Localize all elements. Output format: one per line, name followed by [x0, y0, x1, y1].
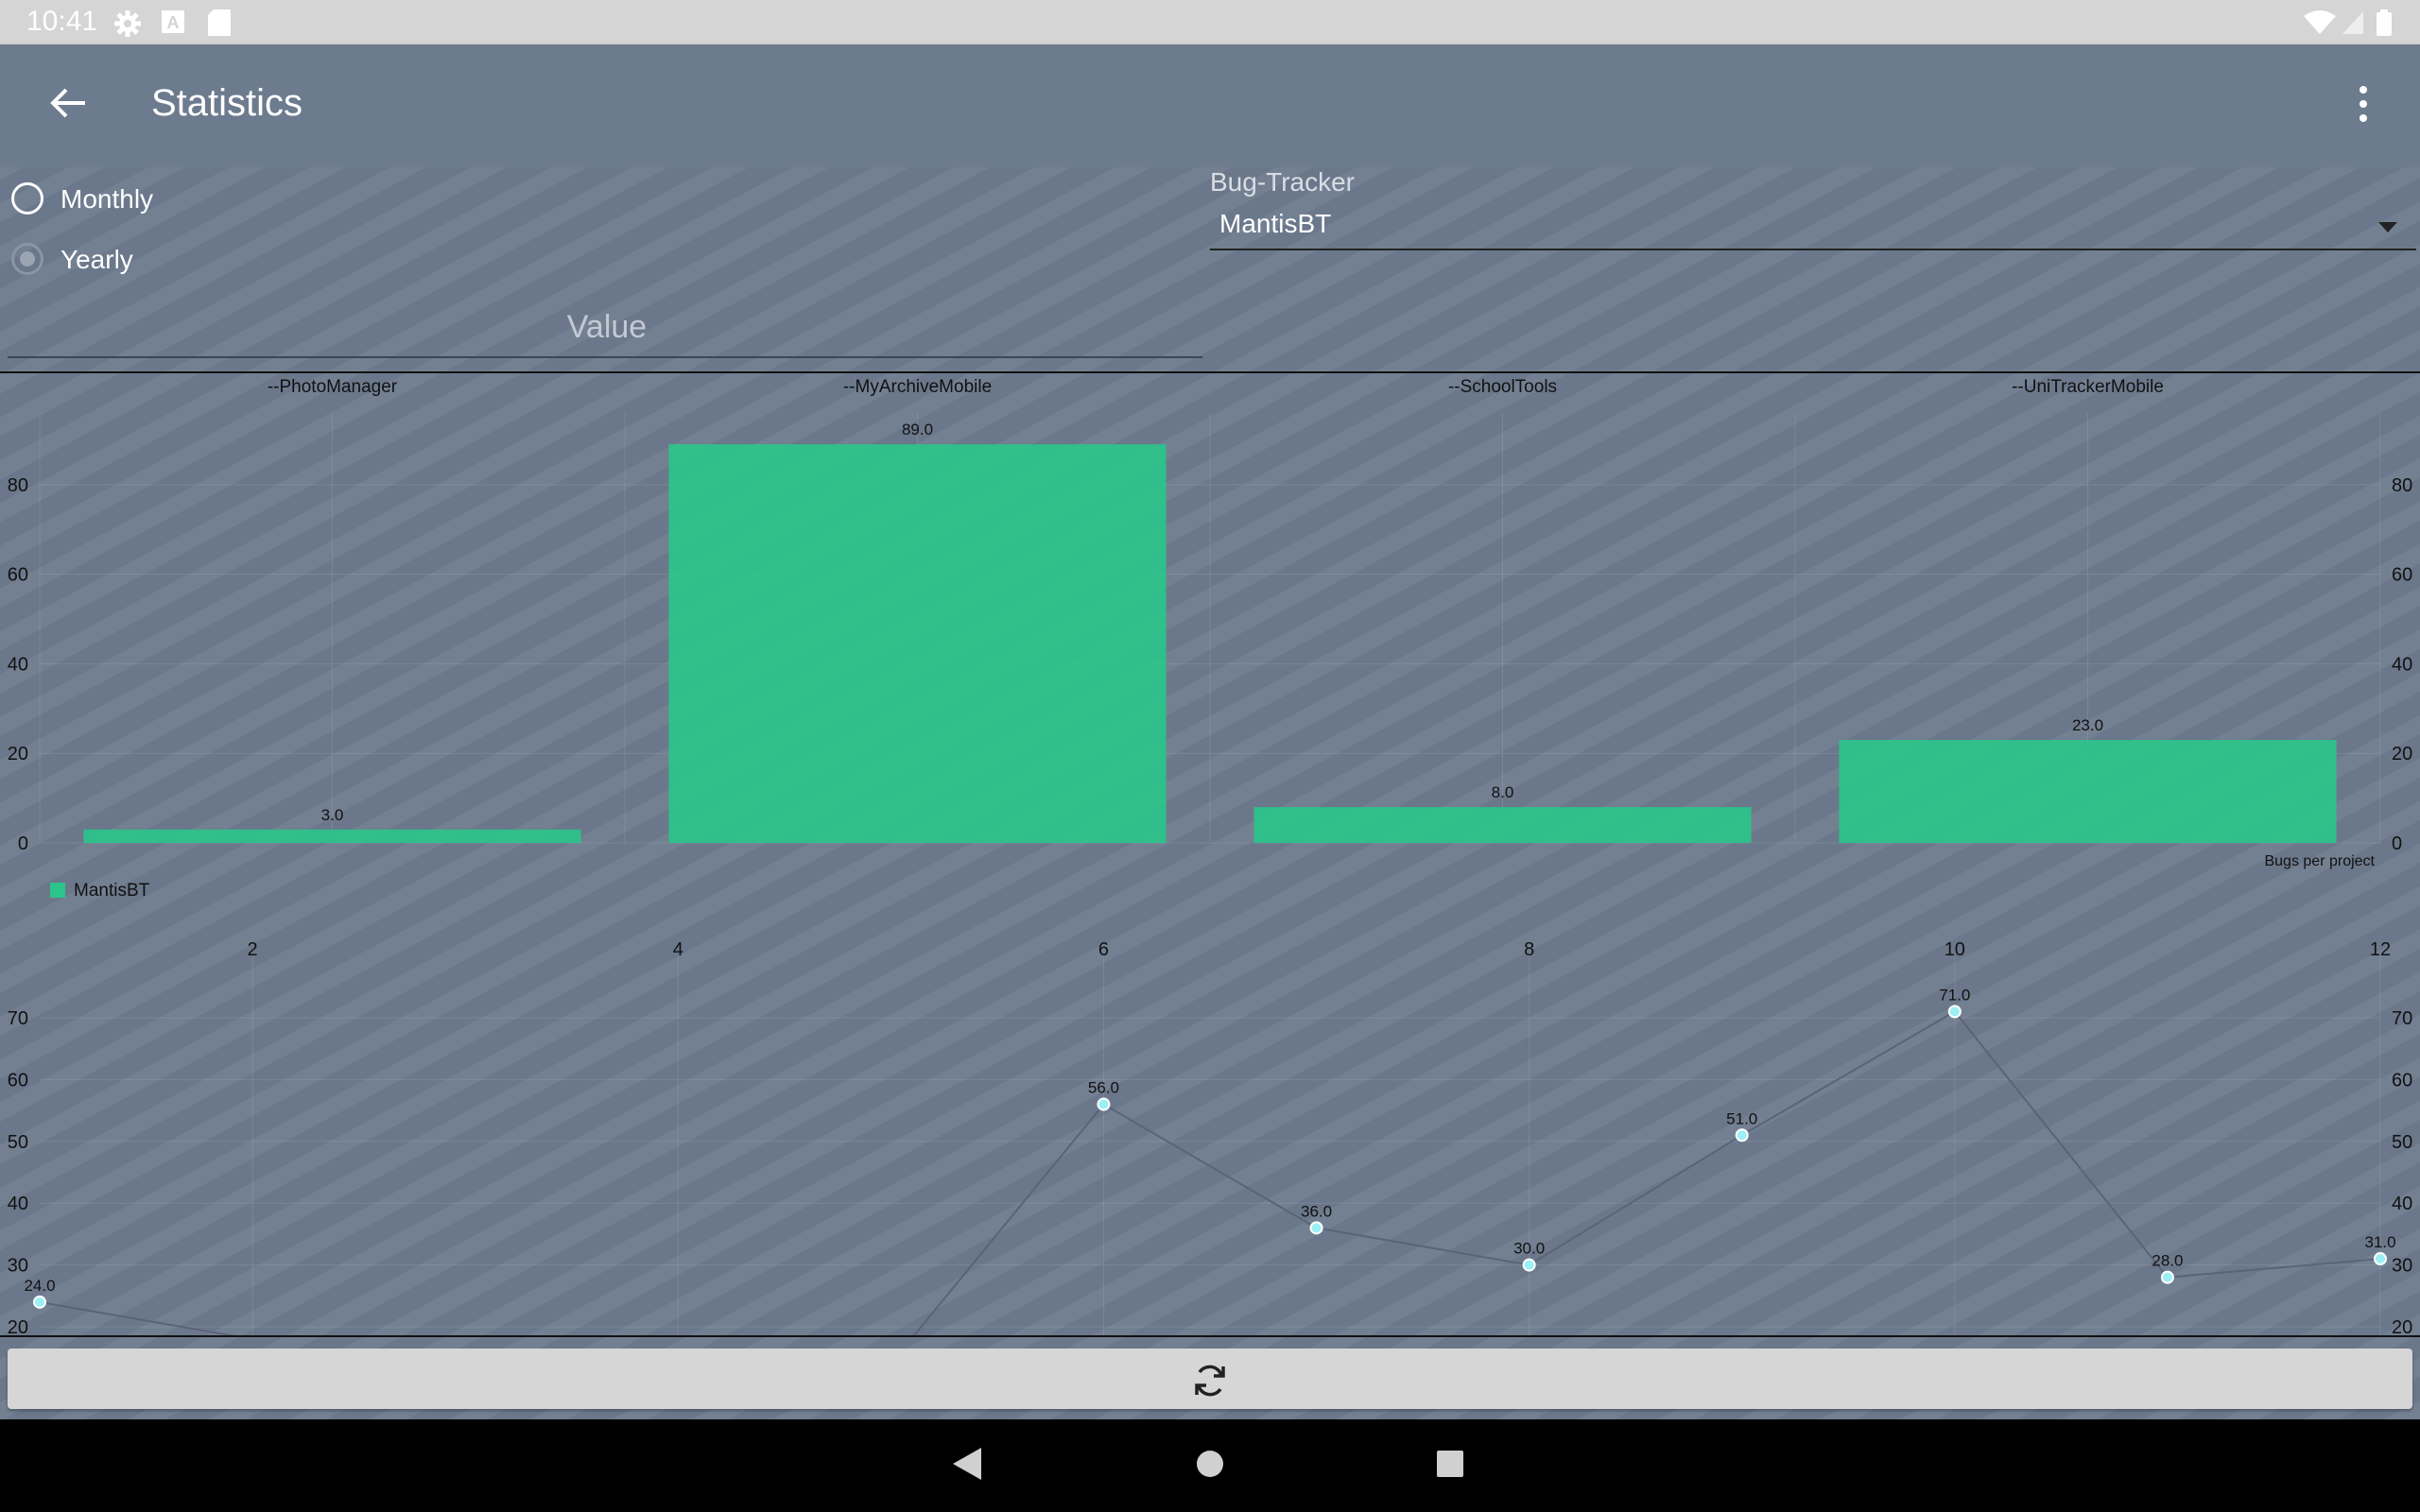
divider [0, 1335, 2420, 1337]
x-tick-label: 10 [1945, 939, 1965, 960]
app-toolbar: Statistics [0, 44, 2420, 167]
y-tick-label-left: 50 [8, 1132, 28, 1153]
sd-card-icon [208, 9, 231, 36]
radio-label: Monthly [60, 184, 154, 214]
data-point [2374, 1252, 2387, 1266]
y-tick-label-left: 70 [8, 1008, 28, 1029]
x-tick-label: 12 [2370, 939, 2391, 960]
status-time: 10:41 [26, 6, 98, 37]
legend-label: MantisBT [74, 881, 150, 901]
radio-circle [11, 182, 43, 215]
y-tick-label-right: 40 [2392, 1194, 2412, 1214]
svg-text:A: A [167, 13, 180, 32]
data-point [2160, 1270, 2174, 1284]
y-tick-label-left: 0 [18, 833, 28, 854]
bar [668, 444, 1167, 843]
status-bar: 10:41 A [0, 0, 2420, 44]
y-tick-label-right: 60 [2392, 1070, 2412, 1091]
point-value-label: 24.0 [24, 1277, 55, 1295]
point-value-label: 71.0 [1939, 986, 1970, 1004]
y-tick-label-right: 40 [2392, 654, 2412, 675]
point-value-label: 56.0 [1088, 1079, 1119, 1097]
x-tick-label: 2 [248, 939, 258, 960]
bar-chart: 0 0 20 20 40 40 60 60 80 80 3.0 --PhotoManager 89.0 -… [8, 377, 2413, 901]
y-tick-label-right: 0 [2392, 833, 2402, 854]
y-tick-label-right: 30 [2392, 1256, 2412, 1277]
bug-tracker-label: Bug-Tracker [1210, 167, 1356, 197]
y-tick-label-left: 40 [8, 654, 28, 675]
y-tick-label-left: 80 [8, 475, 28, 496]
x-tick-label: 6 [1098, 939, 1109, 960]
x-category-label: --UniTrackerMobile [2012, 377, 2164, 397]
bar [1839, 739, 2337, 843]
series-line [39, 1010, 2381, 1335]
point-value-label: 31.0 [2364, 1233, 2395, 1251]
data-point [1735, 1128, 1749, 1143]
x-tick-label: 8 [1524, 939, 1534, 960]
x-category-label: --PhotoManager [268, 377, 398, 397]
page-title: Statistics [151, 82, 303, 124]
line-chart: 2 4 6 8 10 12 20 20 30 30 40 40 50 50 60 60 70 70 24.0 56.0… [8, 939, 2412, 1335]
wifi-icon [2304, 10, 2336, 34]
content-area: Monthly Yearly Bug-Tracker MantisBT 0020… [0, 167, 2420, 1419]
dropdown-arrow-icon [2378, 222, 2397, 232]
radio-label: Yearly [60, 245, 133, 274]
system-nav-bar [0, 1419, 2420, 1512]
chart-description: Bugs per project [2264, 853, 2375, 869]
recents-square-icon[interactable] [1435, 1446, 1465, 1482]
refresh-button[interactable] [8, 1349, 2412, 1409]
legend-swatch [50, 883, 65, 898]
point-value-label: 51.0 [1726, 1109, 1757, 1127]
data-point [1097, 1097, 1111, 1111]
y-tick-label-right: 60 [2392, 565, 2412, 586]
y-tick-label-right: 80 [2392, 475, 2412, 496]
data-point [33, 1295, 46, 1309]
bug-tracker-dropdown[interactable]: MantisBT [1210, 203, 2416, 250]
bar [1253, 807, 1752, 843]
y-tick-label-right: 70 [2392, 1008, 2412, 1029]
y-tick-label-right: 20 [2392, 744, 2412, 765]
bar [83, 829, 581, 843]
settings-gear-icon [114, 10, 141, 37]
y-tick-label-left: 40 [8, 1194, 28, 1214]
value-field[interactable] [8, 300, 1206, 358]
point-value-label: 30.0 [1513, 1240, 1545, 1258]
y-tick-label-right: 50 [2392, 1132, 2412, 1153]
more-vert-icon[interactable] [2344, 80, 2382, 128]
data-point [1947, 1005, 1962, 1019]
y-tick-label-left: 30 [8, 1256, 28, 1277]
bar-value-label: 23.0 [2072, 716, 2103, 734]
radio-circle-selected [11, 243, 43, 275]
point-value-label: 36.0 [1301, 1202, 1332, 1220]
battery-icon [2377, 9, 2392, 36]
value-input[interactable] [8, 300, 1206, 354]
y-tick-label-left: 20 [8, 744, 28, 765]
bug-tracker-selected: MantisBT [1219, 209, 1332, 238]
point-value-label: 28.0 [2152, 1252, 2183, 1270]
data-point [1309, 1221, 1323, 1235]
bar-value-label: 3.0 [321, 806, 344, 824]
x-category-label: --MyArchiveMobile [843, 377, 992, 397]
x-category-label: --SchoolTools [1448, 377, 1557, 397]
signal-icon [2342, 11, 2363, 34]
bar-value-label: 89.0 [902, 421, 933, 438]
data-point [1522, 1258, 1536, 1272]
font-a-icon: A [162, 10, 184, 33]
y-tick-label-left: 60 [8, 565, 28, 586]
x-tick-label: 4 [673, 939, 683, 960]
y-tick-label-right: 20 [2392, 1317, 2412, 1335]
back-arrow-icon[interactable] [47, 82, 89, 124]
home-circle-icon[interactable] [1195, 1446, 1225, 1482]
y-tick-label-left: 60 [8, 1070, 28, 1091]
radio-monthly[interactable]: Monthly [11, 177, 389, 224]
y-tick-label-left: 20 [8, 1317, 28, 1335]
refresh-icon [1195, 1365, 1225, 1397]
back-triangle-icon[interactable] [951, 1446, 983, 1482]
bar-value-label: 8.0 [1492, 783, 1514, 801]
radio-yearly[interactable]: Yearly [11, 237, 389, 284]
